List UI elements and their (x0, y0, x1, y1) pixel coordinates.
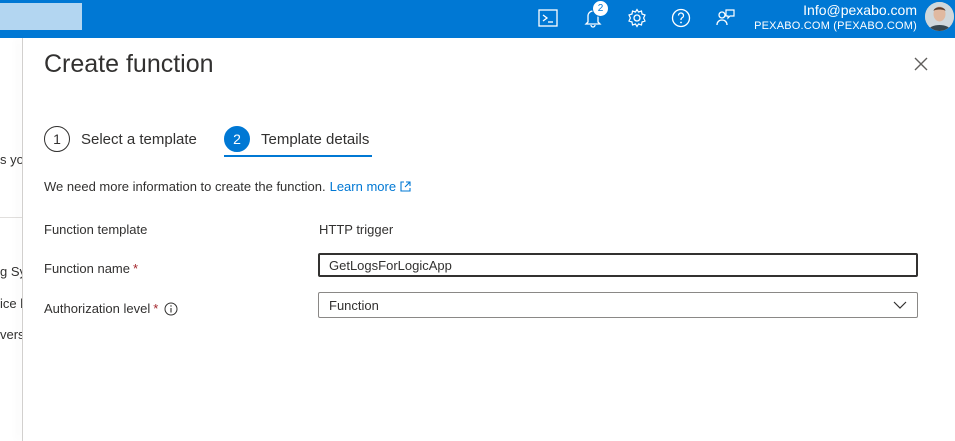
authorization-level-label: Authorization level * (44, 301, 178, 316)
help-icon (671, 8, 691, 28)
account-menu[interactable]: Info@pexabo.com PEXABO.COM (PEXABO.COM) (754, 2, 917, 32)
step-label: Select a template (81, 130, 197, 148)
info-icon[interactable] (164, 302, 178, 316)
required-marker: * (153, 301, 159, 316)
function-name-label-text: Function name (44, 261, 130, 276)
authorization-level-label-text: Authorization level (44, 301, 151, 316)
background-text: g Sy (0, 264, 23, 279)
help-button[interactable] (668, 5, 694, 31)
authorization-level-value: Function (329, 297, 379, 313)
avatar[interactable] (925, 2, 954, 31)
background-text: s yo (0, 152, 23, 167)
top-navigation-bar: 2 Info@pexabo.com PEXABO.COM (PEXABO.COM… (0, 0, 955, 38)
background-page: s yo g Sy ice l vers (0, 38, 23, 441)
step-template-details[interactable]: 2 Template details (224, 124, 369, 154)
close-button[interactable] (913, 56, 933, 76)
cloud-shell-icon (538, 9, 558, 27)
learn-more-label: Learn more (329, 179, 397, 194)
global-search-box[interactable] (0, 3, 82, 30)
external-link-icon (400, 181, 411, 192)
create-function-blade: Create function 1 Select a template 2 Te… (23, 38, 955, 441)
divider (0, 217, 23, 218)
step-label: Template details (261, 130, 370, 148)
function-name-label: Function name * (44, 261, 138, 276)
page-title: Create function (44, 50, 214, 78)
function-template-value: HTTP trigger (319, 222, 394, 237)
function-name-input[interactable] (318, 253, 918, 277)
feedback-button[interactable] (712, 5, 738, 31)
user-photo-icon (925, 2, 954, 31)
step-number: 2 (224, 126, 250, 152)
account-email: Info@pexabo.com (803, 2, 917, 18)
authorization-level-dropdown[interactable]: Function (318, 292, 918, 318)
account-tenant: PEXABO.COM (PEXABO.COM) (754, 20, 917, 32)
background-text: vers (0, 327, 23, 342)
step-number: 1 (44, 126, 70, 152)
background-text: ice l (0, 296, 23, 311)
notification-count-badge: 2 (592, 0, 609, 17)
chevron-down-icon (893, 301, 907, 309)
info-message: We need more information to create the f… (44, 179, 411, 194)
gear-icon (628, 8, 646, 28)
active-step-indicator (224, 155, 372, 157)
feedback-icon (716, 9, 735, 26)
step-select-template[interactable]: 1 Select a template (44, 124, 197, 154)
required-marker: * (133, 261, 139, 276)
info-text: We need more information to create the f… (44, 179, 326, 194)
cloud-shell-button[interactable] (535, 5, 561, 31)
learn-more-link[interactable]: Learn more (330, 179, 411, 194)
close-icon (914, 57, 928, 71)
function-template-label: Function template (44, 222, 148, 237)
settings-button[interactable] (624, 5, 650, 31)
